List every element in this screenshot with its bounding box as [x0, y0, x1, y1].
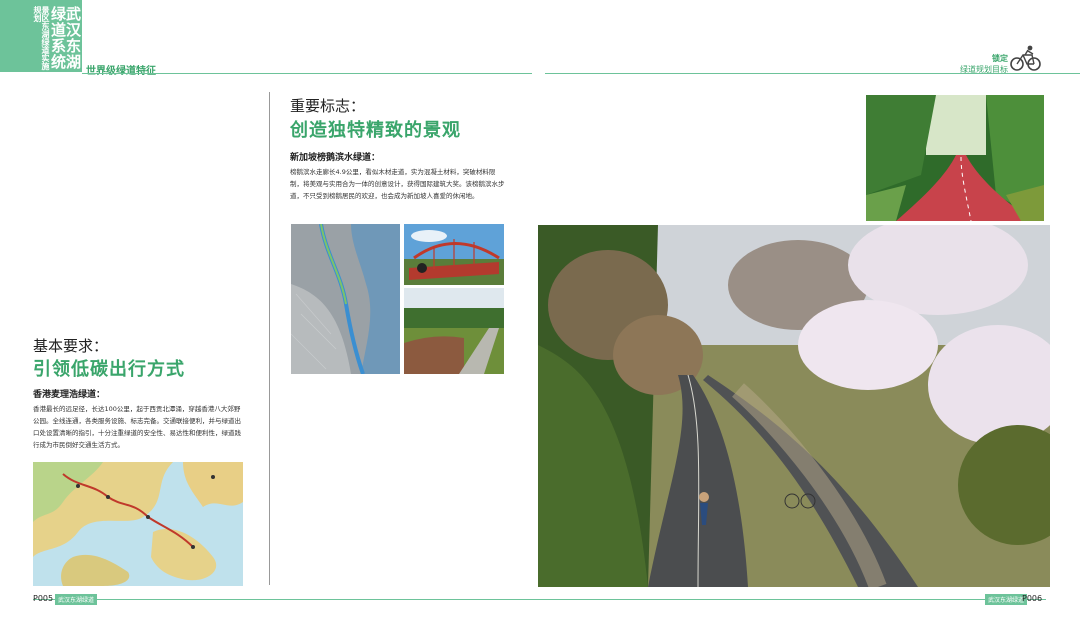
cyclist-icon: [1008, 44, 1042, 72]
cherry-blossom-greenway-photo: [538, 225, 1050, 587]
header-right-label: 锁定 绿道规划目标: [960, 52, 1008, 76]
sg-case-title: 新加坡榜鹅滨水绿道：: [290, 153, 381, 163]
footer-tag-right: 武汉东湖绿道: [985, 594, 1028, 605]
section-title: 世界级绿道特征: [86, 66, 156, 77]
hk-case-body: 香港最长的远足径，长达100公里，起于西贡北潭涌，穿越香港八大郊野公园。全线连通…: [33, 405, 241, 449]
red-greenway-photo: [866, 95, 1044, 221]
brand-subtitle: 景区东湖绿道实施规划: [33, 6, 51, 70]
brand-logo-block: 武汉东湖绿道系统 景区东湖绿道实施规划: [0, 0, 82, 72]
header-right-title: 锁定: [992, 53, 1008, 63]
footer-tag-left: 武汉东湖绿道: [55, 594, 98, 605]
middle-heading: 重要标志：: [290, 97, 366, 115]
middle-subheading: 创造独特精致的景观: [290, 120, 461, 141]
sg-walkway-photo: [404, 288, 504, 374]
left-subheading: 引领低碳出行方式: [33, 359, 185, 380]
page-number-right: P006: [1022, 594, 1043, 603]
sg-bridge-photo: [404, 224, 504, 285]
page-number-left: P005: [33, 594, 54, 603]
sg-case-body: 榜鹅滨水走廊长4.9公里，看似木材走道，实为混凝土材料，突破材料限制，将美观与实…: [290, 168, 505, 200]
header-right-subtitle: 绿道规划目标: [960, 65, 1008, 74]
sg-satellite-map: [291, 224, 400, 374]
brand-title: 武汉东湖绿道系统: [49, 6, 82, 70]
hk-case-title: 香港麦理浩绿道：: [33, 390, 106, 400]
left-heading: 基本要求：: [33, 337, 109, 355]
header-divider-left: [82, 73, 532, 74]
page-spine: [269, 92, 270, 585]
footer-divider: [33, 599, 1046, 600]
hk-trail-map: [33, 462, 243, 586]
